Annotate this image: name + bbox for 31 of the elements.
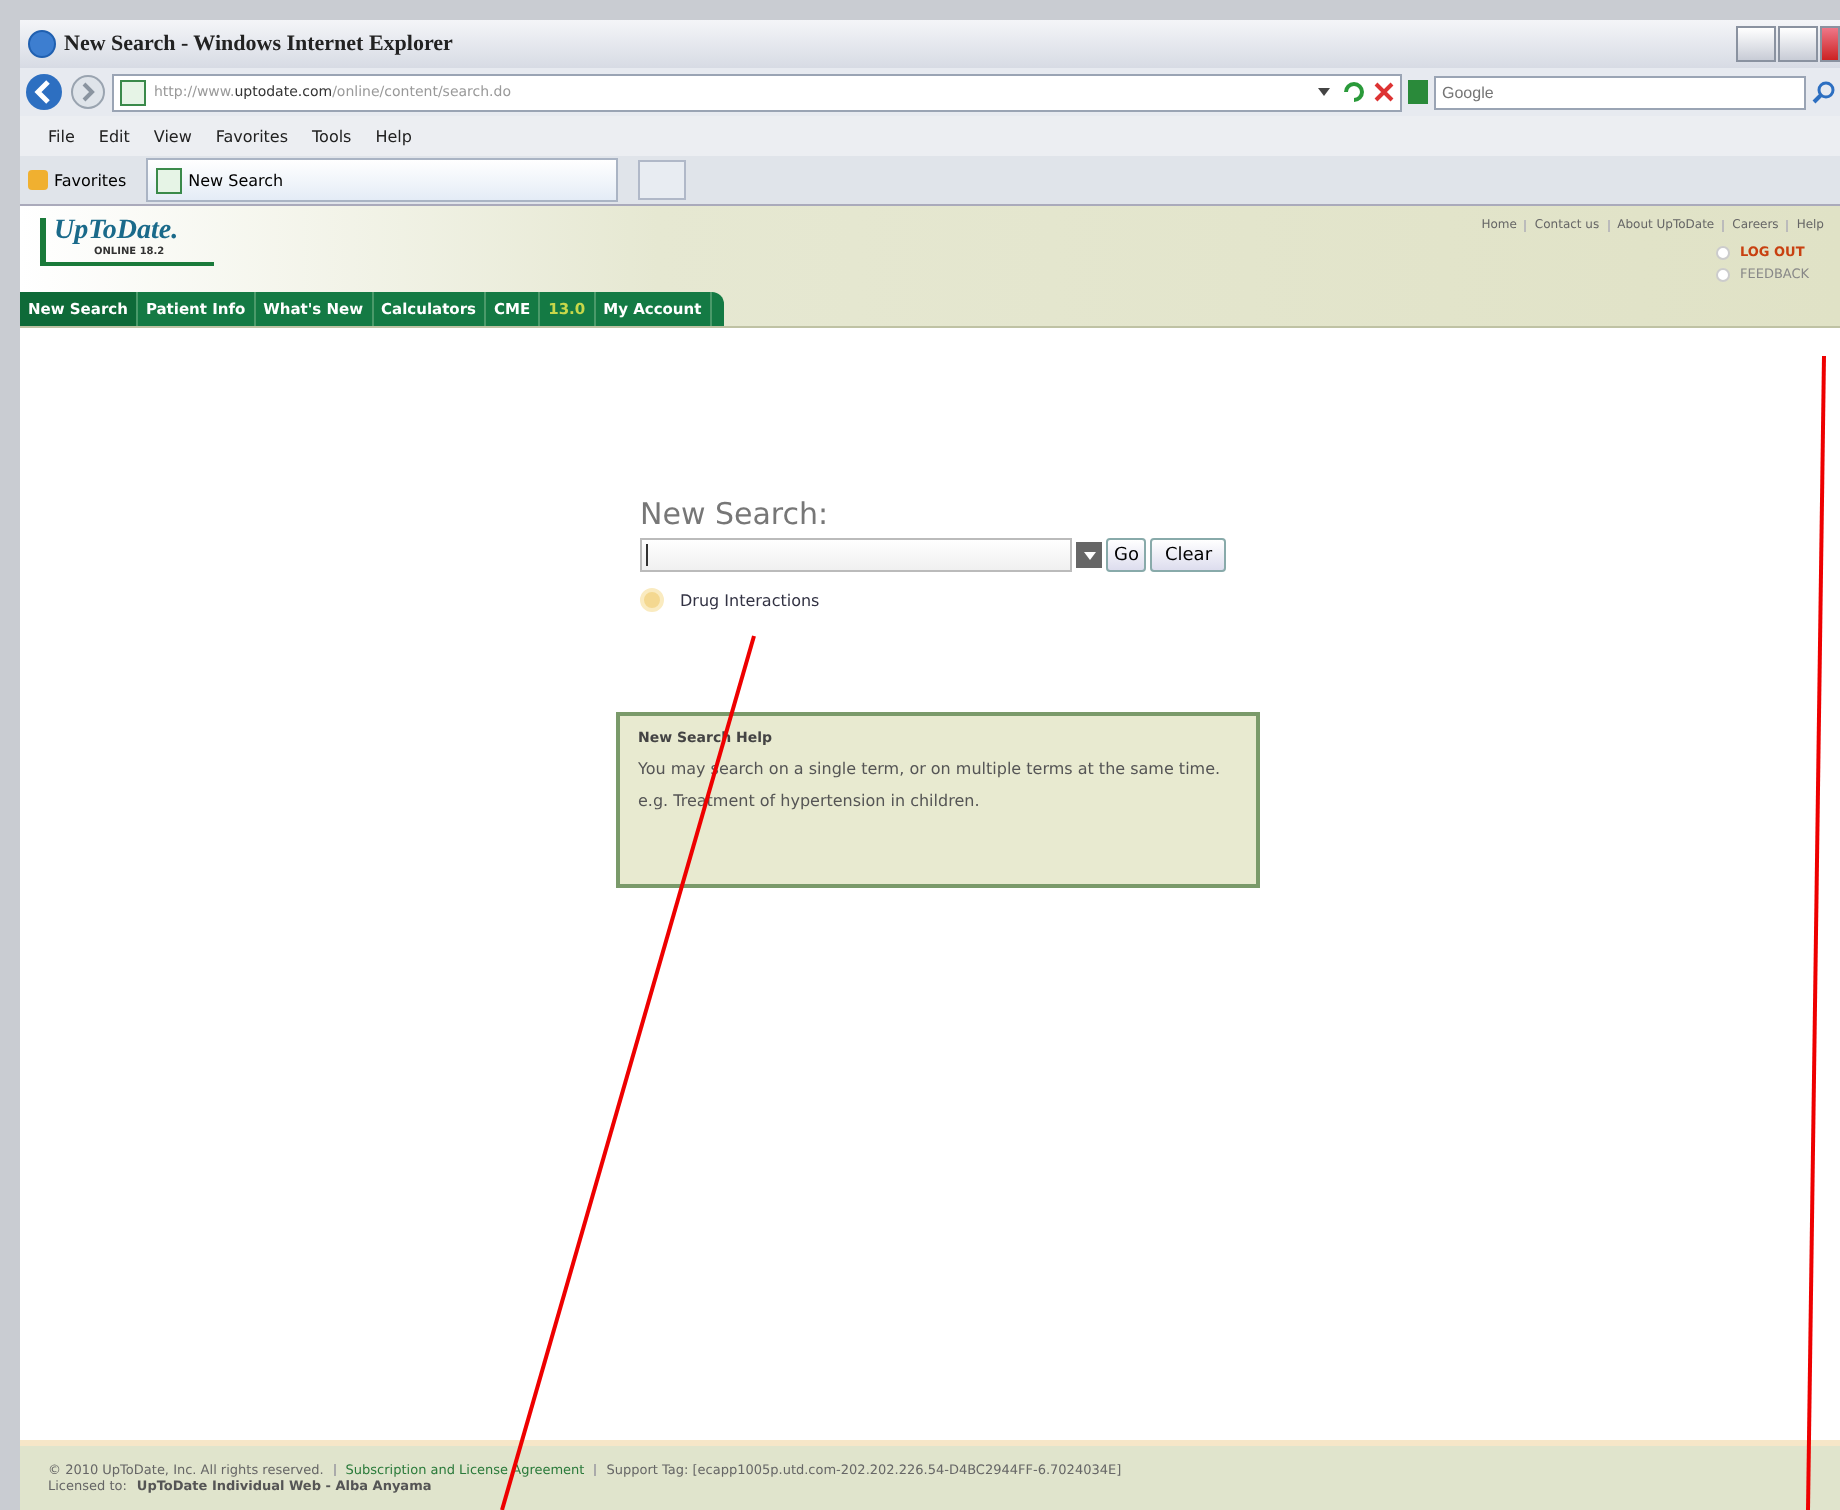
menu-item[interactable]: View	[153, 127, 192, 145]
refresh-icon[interactable]	[1342, 80, 1366, 104]
maximize-button[interactable]	[1778, 26, 1818, 62]
search-provider-icon	[1408, 80, 1428, 104]
clear-button[interactable]: Clear	[1150, 538, 1227, 572]
minimize-button[interactable]	[1736, 26, 1776, 62]
search-heading: New Search:	[640, 496, 831, 532]
go-button[interactable]: Go	[1106, 538, 1147, 572]
page-icon	[156, 167, 183, 193]
stop-icon[interactable]	[1374, 82, 1394, 102]
bullet-icon	[1716, 245, 1730, 259]
menu-item[interactable]: Favorites	[215, 127, 289, 145]
dropdown-button[interactable]	[1076, 542, 1102, 568]
search-input[interactable]	[640, 538, 1072, 572]
favorites-button[interactable]: Favorites	[28, 170, 127, 190]
bullet-icon	[1716, 267, 1730, 281]
window-title: New Search - Windows Internet Explorer	[64, 32, 453, 56]
page-icon	[120, 79, 146, 105]
browser-icon	[28, 30, 56, 58]
menu-item[interactable]: Help	[375, 127, 412, 145]
search-field[interactable]: Google	[1434, 75, 1806, 109]
browser-tab[interactable]: New Search	[146, 158, 619, 202]
forward-button[interactable]	[70, 74, 106, 110]
close-button[interactable]	[1820, 26, 1840, 62]
drug-interactions-link[interactable]: Drug Interactions	[680, 591, 820, 609]
caret-icon	[1081, 547, 1097, 563]
menu-item[interactable]: Edit	[98, 127, 130, 145]
search-icon[interactable]	[1812, 80, 1836, 104]
menu-item[interactable]: File	[48, 127, 75, 145]
back-button[interactable]	[24, 72, 64, 112]
menu-item[interactable]: Tools	[312, 127, 352, 145]
